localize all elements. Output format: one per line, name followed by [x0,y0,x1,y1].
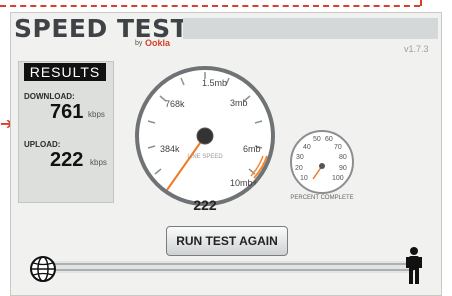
connection-track [40,261,414,273]
gauge-tick-label: 384k [160,144,180,154]
percent-tick-label: 90 [339,165,347,172]
download-value: 761 [50,101,84,123]
screenshot-frame-right [420,0,422,6]
percent-tick-label: 70 [334,144,342,151]
percent-dial [290,130,354,194]
needle-hub [196,127,214,145]
percent-tick-label: 60 [325,136,333,143]
download-label: DOWNLOAD: [24,92,75,101]
screenshot-frame-top [0,5,420,7]
percent-tick-label: 10 [300,175,308,182]
percent-hub [319,163,325,169]
percent-tick-label: 40 [303,144,311,151]
results-box [18,61,114,203]
results-header: RESULTS [24,63,106,81]
percent-caption: PERCENT COMPLETE [290,195,353,201]
line-speed-gauge: 384k 768k 1.5mb 3mb 6mb 10mb+ LINE SPEED [135,66,275,206]
percent-complete-gauge: 10 20 30 40 50 60 70 80 90 100 PERCENT C… [290,130,354,201]
globe-icon [30,256,56,282]
line-speed-value: 222 [193,197,217,213]
gauge-tick-label: 1.5mb [202,78,227,88]
gauge-tick-label: 768k [165,99,185,109]
percent-tick-label: 20 [295,165,303,172]
upload-label: UPLOAD: [24,140,61,149]
title-banner [183,18,438,39]
upload-unit: kbps [90,158,107,167]
percent-tick-label: 50 [313,136,321,143]
percent-tick-label: 100 [332,175,344,182]
run-test-again-button[interactable]: RUN TEST AGAIN [166,226,288,256]
percent-tick-label: 30 [296,154,304,161]
percent-tick-label: 80 [339,154,347,161]
gauge-tick-label: 10mb+ [230,178,258,188]
person-icon [406,247,422,284]
brand-logo: Ookla [145,38,171,48]
download-unit: kbps [88,110,105,119]
gauge-tick-label: 6mb [243,144,261,154]
upload-value: 222 [50,149,84,171]
gauge-tick-label: 3mb [230,98,248,108]
by-label: by [135,40,143,47]
version-label: v1.7.3 [404,44,429,54]
